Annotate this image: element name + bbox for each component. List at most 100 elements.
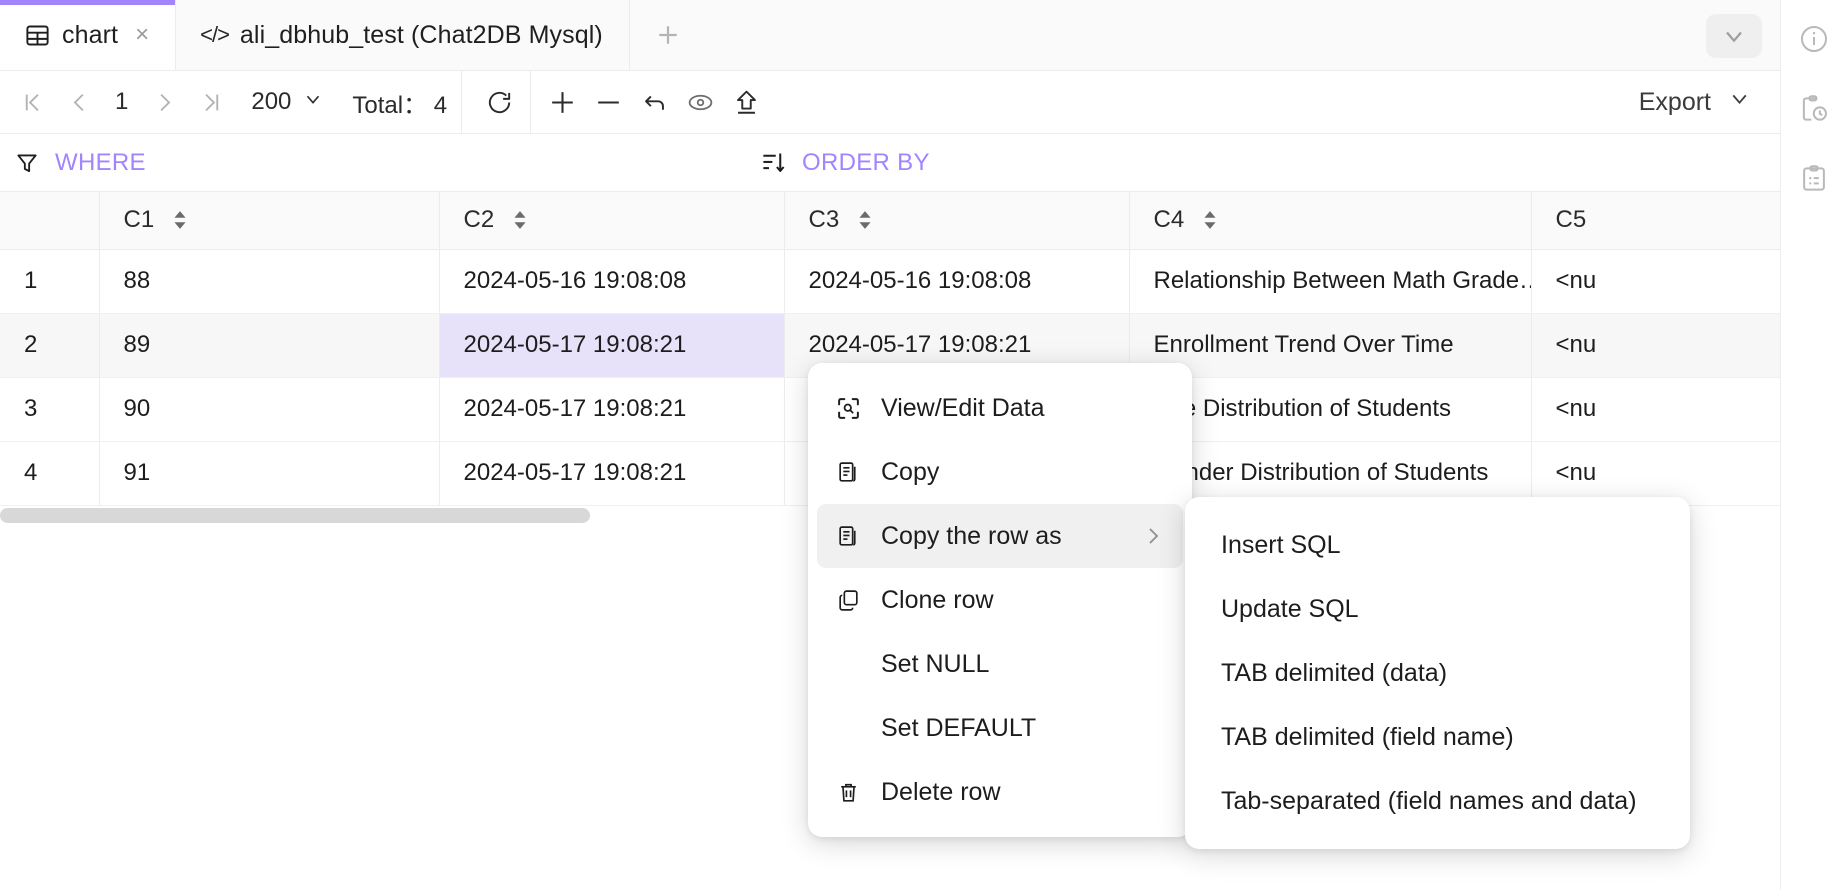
- first-page-icon[interactable]: [10, 79, 56, 125]
- cell-c5[interactable]: <nu: [1531, 249, 1780, 314]
- undo-icon[interactable]: [631, 79, 677, 125]
- submenu-item-tab-delimited-field-name[interactable]: TAB delimited (field name): [1194, 705, 1681, 769]
- chevron-down-icon: [1727, 86, 1752, 118]
- submenu-item-update-sql[interactable]: Update SQL: [1194, 577, 1681, 641]
- cell-c5[interactable]: <nu: [1531, 377, 1780, 442]
- row-number: 2: [0, 313, 100, 378]
- context-menu-item-label: Clone row: [881, 585, 994, 614]
- context-menu-item-view-edit-data[interactable]: View/Edit Data: [817, 376, 1183, 440]
- context-menu-item-copy-the-row-as[interactable]: Copy the row as: [817, 504, 1183, 568]
- orderby-filter-button[interactable]: ORDER BY: [760, 149, 930, 177]
- submenu-item-insert-sql[interactable]: Insert SQL: [1194, 513, 1681, 577]
- cell-c1[interactable]: 88: [99, 249, 440, 314]
- context-menu-item-label: Copy: [881, 457, 940, 486]
- context-menu-item-copy[interactable]: Copy: [817, 440, 1183, 504]
- preview-eye-icon[interactable]: [677, 79, 723, 125]
- new-tab-button[interactable]: [630, 0, 706, 70]
- page-size-select[interactable]: 200: [251, 88, 324, 117]
- column-header-rownum: [0, 192, 100, 250]
- column-label: C3: [808, 206, 840, 234]
- close-icon[interactable]: ×: [135, 23, 149, 47]
- context-menu-item-set-default[interactable]: Set DEFAULT: [817, 696, 1183, 760]
- prev-page-icon[interactable]: [56, 79, 102, 125]
- cell-c5[interactable]: <nu: [1531, 313, 1780, 378]
- copy-row-as-submenu: Insert SQL Update SQL TAB delimited (dat…: [1185, 497, 1690, 849]
- toolbar-divider: [530, 70, 532, 134]
- view-edit-icon: [835, 395, 861, 421]
- sort-toggle-icon[interactable]: [857, 210, 873, 230]
- trash-icon: [835, 779, 861, 805]
- row-number: 1: [0, 249, 100, 314]
- context-menu-item-clone-row[interactable]: Clone row: [817, 568, 1183, 632]
- context-menu-item-delete-row[interactable]: Delete row: [817, 760, 1183, 824]
- row-number: 3: [0, 377, 100, 442]
- column-header-c1[interactable]: C1: [99, 192, 440, 250]
- tab-bar-filler: [706, 0, 1780, 70]
- clipboard-list-icon[interactable]: [1797, 162, 1831, 196]
- tab-overflow-button[interactable]: [1706, 14, 1762, 58]
- cell-c1[interactable]: 91: [99, 441, 440, 506]
- toolbar-divider: [461, 70, 463, 134]
- info-icon[interactable]: [1797, 22, 1831, 56]
- clipboard-history-icon[interactable]: [1797, 92, 1831, 126]
- orderby-label: ORDER BY: [802, 148, 930, 176]
- tab-label: chart: [62, 20, 119, 49]
- context-menu-item-label: Set NULL: [881, 649, 990, 678]
- page-number-input[interactable]: 1: [102, 88, 141, 116]
- add-row-icon[interactable]: [539, 79, 585, 125]
- sort-toggle-icon[interactable]: [1202, 210, 1218, 230]
- context-menu-item-label: Delete row: [881, 777, 1001, 806]
- refresh-icon[interactable]: [476, 79, 522, 125]
- app-root: chart × </> ali_dbhub_test (Chat2DB Mysq…: [0, 0, 1846, 890]
- column-header-c3[interactable]: C3: [784, 192, 1130, 250]
- column-label: C5: [1555, 206, 1587, 234]
- commit-upload-icon[interactable]: [723, 79, 769, 125]
- tab-chart[interactable]: chart ×: [0, 0, 177, 70]
- filter-icon: [14, 150, 40, 176]
- tab-label: ali_dbhub_test (Chat2DB Mysql): [239, 20, 603, 49]
- context-menu-item-label: Set DEFAULT: [881, 713, 1037, 742]
- cell-c3[interactable]: 2024-05-16 19:08:08: [784, 249, 1130, 314]
- cell-c2[interactable]: 2024-05-16 19:08:08: [439, 249, 785, 314]
- scrollbar-thumb[interactable]: [0, 508, 590, 523]
- submenu-item-tab-separated-field-names-and-data[interactable]: Tab-separated (field names and data): [1194, 769, 1681, 833]
- remove-row-icon[interactable]: [585, 79, 631, 125]
- table-icon: [24, 22, 51, 49]
- where-filter-button[interactable]: WHERE: [14, 149, 146, 177]
- cell-c2[interactable]: 2024-05-17 19:08:21: [439, 377, 785, 442]
- column-header-c5[interactable]: C5: [1531, 192, 1780, 250]
- column-header-c2[interactable]: C2: [439, 192, 785, 250]
- sort-toggle-icon[interactable]: [512, 210, 528, 230]
- export-label: Export: [1638, 87, 1711, 116]
- cell-c4[interactable]: Enrollment Trend Over Time: [1129, 313, 1532, 378]
- cell-c1[interactable]: 89: [99, 313, 440, 378]
- export-button[interactable]: Export: [1639, 86, 1780, 118]
- row-context-menu: View/Edit Data Copy Copy the row as Clon…: [808, 363, 1192, 837]
- context-menu-item-label: View/Edit Data: [881, 393, 1045, 422]
- filter-bar: WHERE ORDER BY: [0, 134, 1780, 192]
- chevron-down-icon: [302, 88, 324, 117]
- sort-icon: [760, 149, 787, 176]
- table-row[interactable]: 1 88 2024-05-16 19:08:08 2024-05-16 19:0…: [0, 249, 1780, 314]
- right-sidebar: [1780, 0, 1846, 890]
- context-menu-item-set-null[interactable]: Set NULL: [817, 632, 1183, 696]
- column-label: C2: [463, 206, 495, 234]
- cell-c4[interactable]: Relationship Between Math Grade…: [1129, 249, 1532, 314]
- column-header-c4[interactable]: C4: [1129, 192, 1532, 250]
- cell-c1[interactable]: 90: [99, 377, 440, 442]
- pagination-group: 1: [10, 71, 233, 134]
- clone-icon: [835, 587, 861, 613]
- cell-c5[interactable]: <nu: [1531, 441, 1780, 506]
- cell-c2[interactable]: 2024-05-17 19:08:21: [439, 313, 785, 378]
- tab-connection[interactable]: </> ali_dbhub_test (Chat2DB Mysql): [176, 0, 630, 70]
- copy-icon: [835, 459, 861, 485]
- last-page-icon[interactable]: [187, 79, 233, 125]
- column-label: C4: [1153, 206, 1185, 234]
- code-icon: </>: [200, 22, 230, 47]
- column-label: C1: [123, 206, 155, 234]
- submenu-item-tab-delimited-data[interactable]: TAB delimited (data): [1194, 641, 1681, 705]
- cell-c2[interactable]: 2024-05-17 19:08:21: [439, 441, 785, 506]
- next-page-icon[interactable]: [141, 79, 187, 125]
- row-number: 4: [0, 441, 100, 506]
- sort-toggle-icon[interactable]: [172, 210, 188, 230]
